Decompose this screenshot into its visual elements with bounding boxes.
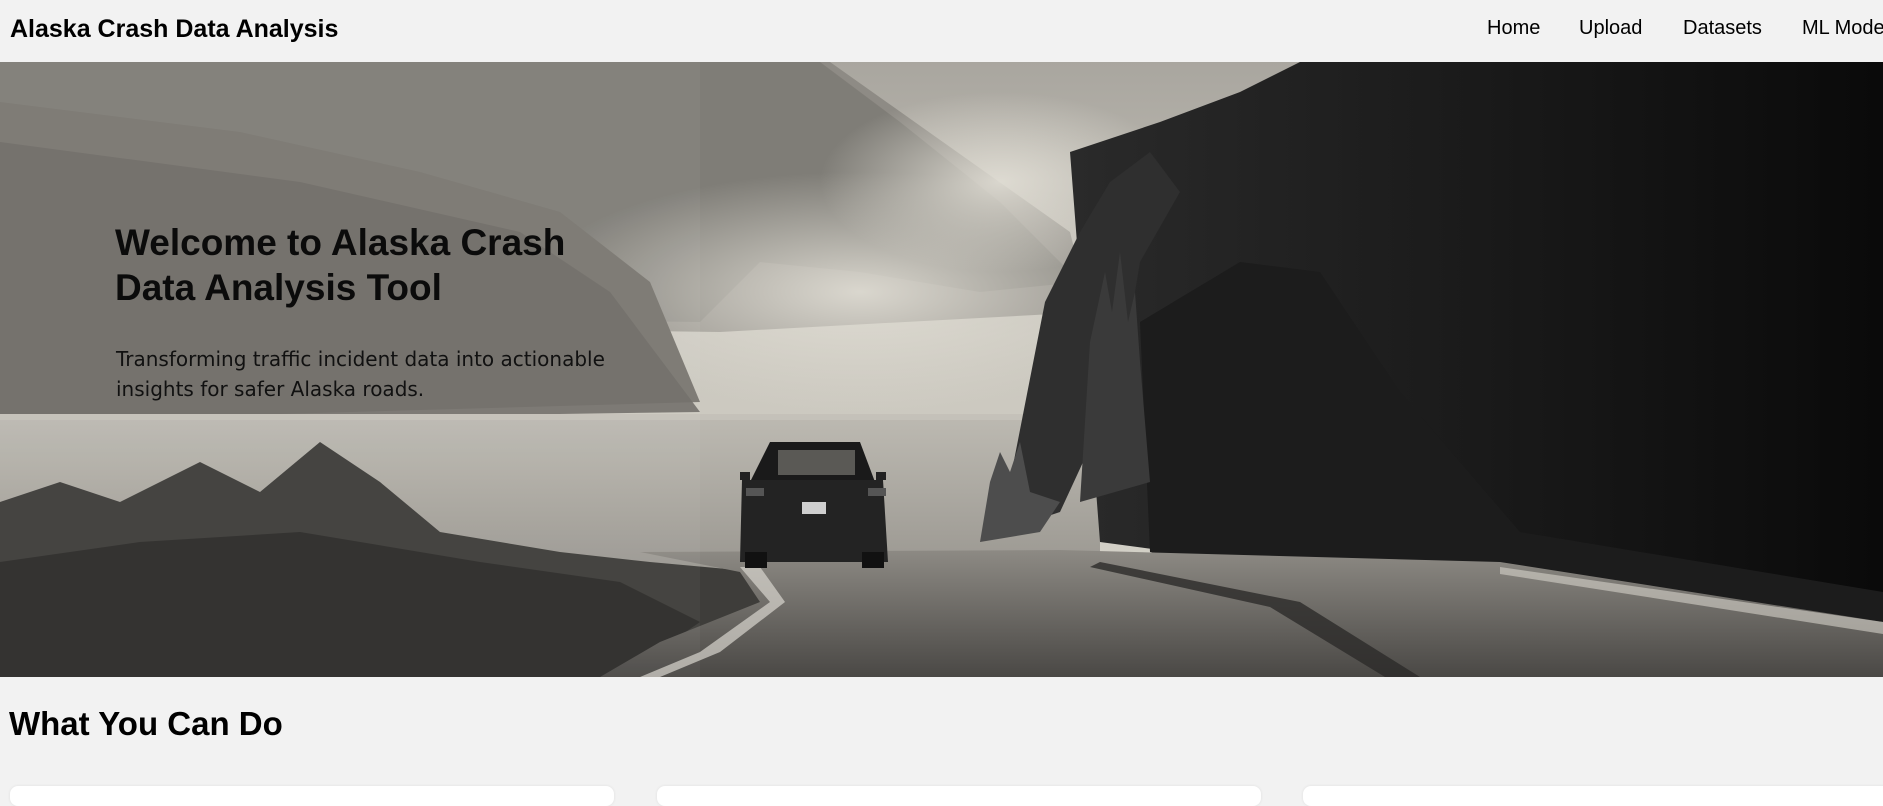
app-brand-title[interactable]: Alaska Crash Data Analysis bbox=[10, 15, 338, 44]
hero-title: Welcome to Alaska Crash Data Analysis To… bbox=[115, 222, 566, 308]
feature-card-3[interactable] bbox=[1303, 786, 1883, 806]
feature-card-2[interactable] bbox=[657, 786, 1261, 806]
nav-link-upload[interactable]: Upload bbox=[1579, 17, 1642, 40]
nav-link-ml-mode[interactable]: ML Mode bbox=[1802, 17, 1883, 40]
hero-subtitle: Transforming traffic incident data into … bbox=[116, 347, 605, 401]
feature-card-1[interactable] bbox=[10, 786, 614, 806]
car-illustration bbox=[740, 442, 888, 568]
nav-link-home[interactable]: Home bbox=[1487, 17, 1540, 40]
top-navbar: Alaska Crash Data Analysis Home Upload D… bbox=[0, 0, 1883, 62]
hero-banner: Welcome to Alaska Crash Data Analysis To… bbox=[0, 62, 1883, 677]
navbar-content: Alaska Crash Data Analysis Home Upload D… bbox=[0, 0, 1883, 62]
nav-link-datasets[interactable]: Datasets bbox=[1683, 17, 1762, 40]
features-heading: What You Can Do bbox=[9, 705, 283, 742]
